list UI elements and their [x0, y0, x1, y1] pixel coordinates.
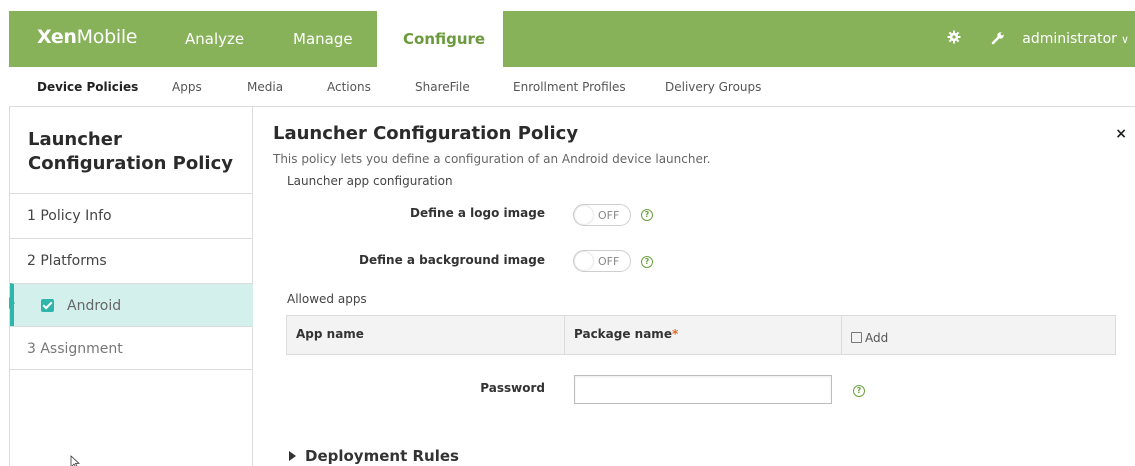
deployment-rules-label: Deployment Rules: [305, 447, 459, 465]
tab-configure[interactable]: Configure: [377, 11, 503, 67]
column-header-app-name: App name: [296, 327, 364, 341]
background-image-label: Define a background image: [359, 253, 545, 267]
wrench-icon[interactable]: [989, 30, 1007, 48]
step-policy-info[interactable]: 1 Policy Info: [10, 193, 253, 237]
username: administrator: [1022, 31, 1117, 47]
subnav-apps[interactable]: Apps: [172, 80, 202, 94]
step-android[interactable]: Android: [10, 283, 253, 327]
xenmobile-logo[interactable]: XenMobile: [37, 26, 137, 48]
user-menu[interactable]: administrator ∨: [1022, 31, 1129, 47]
mouse-cursor-icon: [70, 455, 80, 466]
subnav-delivery-groups[interactable]: Delivery Groups: [665, 80, 761, 94]
subnav-sharefile[interactable]: ShareFile: [415, 80, 470, 94]
toggle-state: OFF: [598, 209, 620, 222]
gear-icon[interactable]: [945, 30, 963, 48]
add-icon: [851, 332, 862, 343]
divider: [10, 369, 253, 370]
subnav-actions[interactable]: Actions: [327, 80, 371, 94]
help-icon[interactable]: ?: [641, 209, 653, 221]
toggle-knob: [575, 252, 593, 270]
page-description: This policy lets you define a configurat…: [273, 152, 711, 166]
chevron-down-icon: ∨: [1120, 33, 1129, 46]
add-app-button[interactable]: Add: [841, 316, 1115, 354]
top-nav-bar: XenMobile Analyze Manage Configure admin…: [9, 11, 1135, 67]
step-android-label: Android: [67, 298, 122, 314]
subnav-device-policies[interactable]: Device Policies: [37, 80, 138, 94]
column-header-package-name: Package name*: [564, 316, 841, 354]
step-assignment[interactable]: 3 Assignment: [10, 326, 253, 370]
subnav-media[interactable]: Media: [247, 80, 283, 94]
logo-image-label: Define a logo image: [410, 206, 545, 220]
sub-nav: Device Policies Apps Media Actions Share…: [9, 67, 1135, 107]
password-label: Password: [480, 381, 545, 395]
sidebar-title: Launcher Configuration Policy: [28, 129, 233, 174]
expand-triangle-icon: [289, 451, 296, 461]
tab-analyze[interactable]: Analyze: [159, 11, 270, 67]
help-icon[interactable]: ?: [641, 256, 653, 268]
add-label: Add: [865, 331, 889, 345]
allowed-apps-table: App name Package name* Add: [286, 315, 1116, 355]
policy-steps-sidebar: Launcher Configuration Policy 1 Policy I…: [9, 107, 253, 466]
required-marker: *: [671, 327, 679, 341]
toggle-knob: [575, 206, 593, 224]
step-platforms[interactable]: 2 Platforms: [10, 238, 253, 282]
section-launcher-app-config: Launcher app configuration: [287, 174, 453, 188]
allowed-apps-label: Allowed apps: [287, 292, 367, 306]
checkbox-checked-icon[interactable]: [41, 299, 54, 312]
page-title: Launcher Configuration Policy: [273, 123, 579, 144]
toggle-state: OFF: [598, 255, 620, 268]
current-step-marker: [9, 297, 15, 309]
password-input[interactable]: [574, 375, 832, 404]
help-icon[interactable]: ?: [853, 385, 865, 397]
deployment-rules-expander[interactable]: Deployment Rules: [289, 447, 459, 465]
close-icon[interactable]: ×: [1115, 126, 1127, 142]
background-image-toggle[interactable]: OFF: [573, 250, 631, 272]
subnav-enrollment-profiles[interactable]: Enrollment Profiles: [513, 80, 626, 94]
logo-image-toggle[interactable]: OFF: [573, 204, 631, 226]
tab-manage[interactable]: Manage: [267, 11, 379, 67]
